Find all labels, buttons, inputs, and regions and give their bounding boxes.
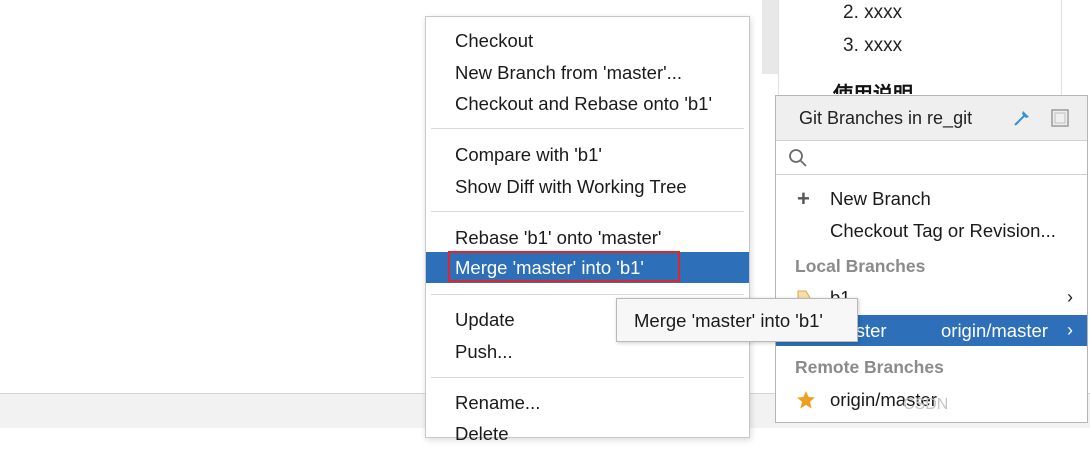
menu-item-rebase[interactable]: Rebase 'b1' onto 'master' <box>426 222 749 253</box>
action-checkout-tag[interactable]: Checkout Tag or Revision... <box>776 215 1087 246</box>
star-icon <box>797 391 815 409</box>
menu-item-rename[interactable]: Rename... <box>426 387 749 418</box>
git-branches-popup: Git Branches in re_git + New Branch Chec… <box>775 95 1088 423</box>
menu-separator <box>431 377 744 378</box>
menu-separator <box>431 294 744 295</box>
menu-item-compare[interactable]: Compare with 'b1' <box>426 139 749 170</box>
menu-item-merge[interactable]: Merge 'master' into 'b1' <box>426 251 749 283</box>
menu-item-delete[interactable]: Delete <box>426 418 749 449</box>
list-item: 3. xxxx <box>843 35 903 56</box>
menu-item-show-diff[interactable]: Show Diff with Working Tree <box>426 171 749 202</box>
popup-header: Git Branches in re_git <box>776 96 1087 141</box>
editor-scrollbar[interactable] <box>762 0 778 74</box>
action-new-branch[interactable]: + New Branch <box>776 183 1087 214</box>
menu-separator <box>431 128 744 129</box>
pin-icon[interactable] <box>1012 108 1032 128</box>
menu-item-checkout-and-rebase[interactable]: Checkout and Rebase onto 'b1' <box>426 88 749 119</box>
list-item: 2. xxxx <box>843 2 903 23</box>
branch-search-field[interactable] <box>776 141 1087 175</box>
popup-title: Git Branches in re_git <box>799 108 973 128</box>
plus-icon: + <box>797 186 810 211</box>
tooltip: Merge 'master' into 'b1' <box>616 298 858 342</box>
remote-branches-header: Remote Branches <box>795 357 944 377</box>
chevron-right-icon[interactable]: › <box>1067 282 1073 313</box>
action-label: Checkout Tag or Revision... <box>830 220 1056 241</box>
action-label: New Branch <box>830 188 931 209</box>
document-preview: 2. xxxx 3. xxxx 使用说明 <box>778 0 1062 96</box>
watermark: CSDN <box>903 396 949 413</box>
tracking-branch: origin/master <box>941 320 1048 341</box>
menu-separator <box>431 211 744 212</box>
chevron-right-icon[interactable]: › <box>1067 315 1073 346</box>
menu-item-checkout[interactable]: Checkout <box>426 25 749 56</box>
highlight-box <box>448 251 680 282</box>
section-heading: 使用说明 <box>833 80 913 94</box>
branch-context-menu: Checkout New Branch from 'master'... Che… <box>425 16 750 444</box>
local-branches-header: Local Branches <box>795 256 926 276</box>
search-icon <box>789 149 807 167</box>
menu-item-new-branch[interactable]: New Branch from 'master'... <box>426 57 749 88</box>
expand-icon[interactable] <box>1051 109 1069 127</box>
